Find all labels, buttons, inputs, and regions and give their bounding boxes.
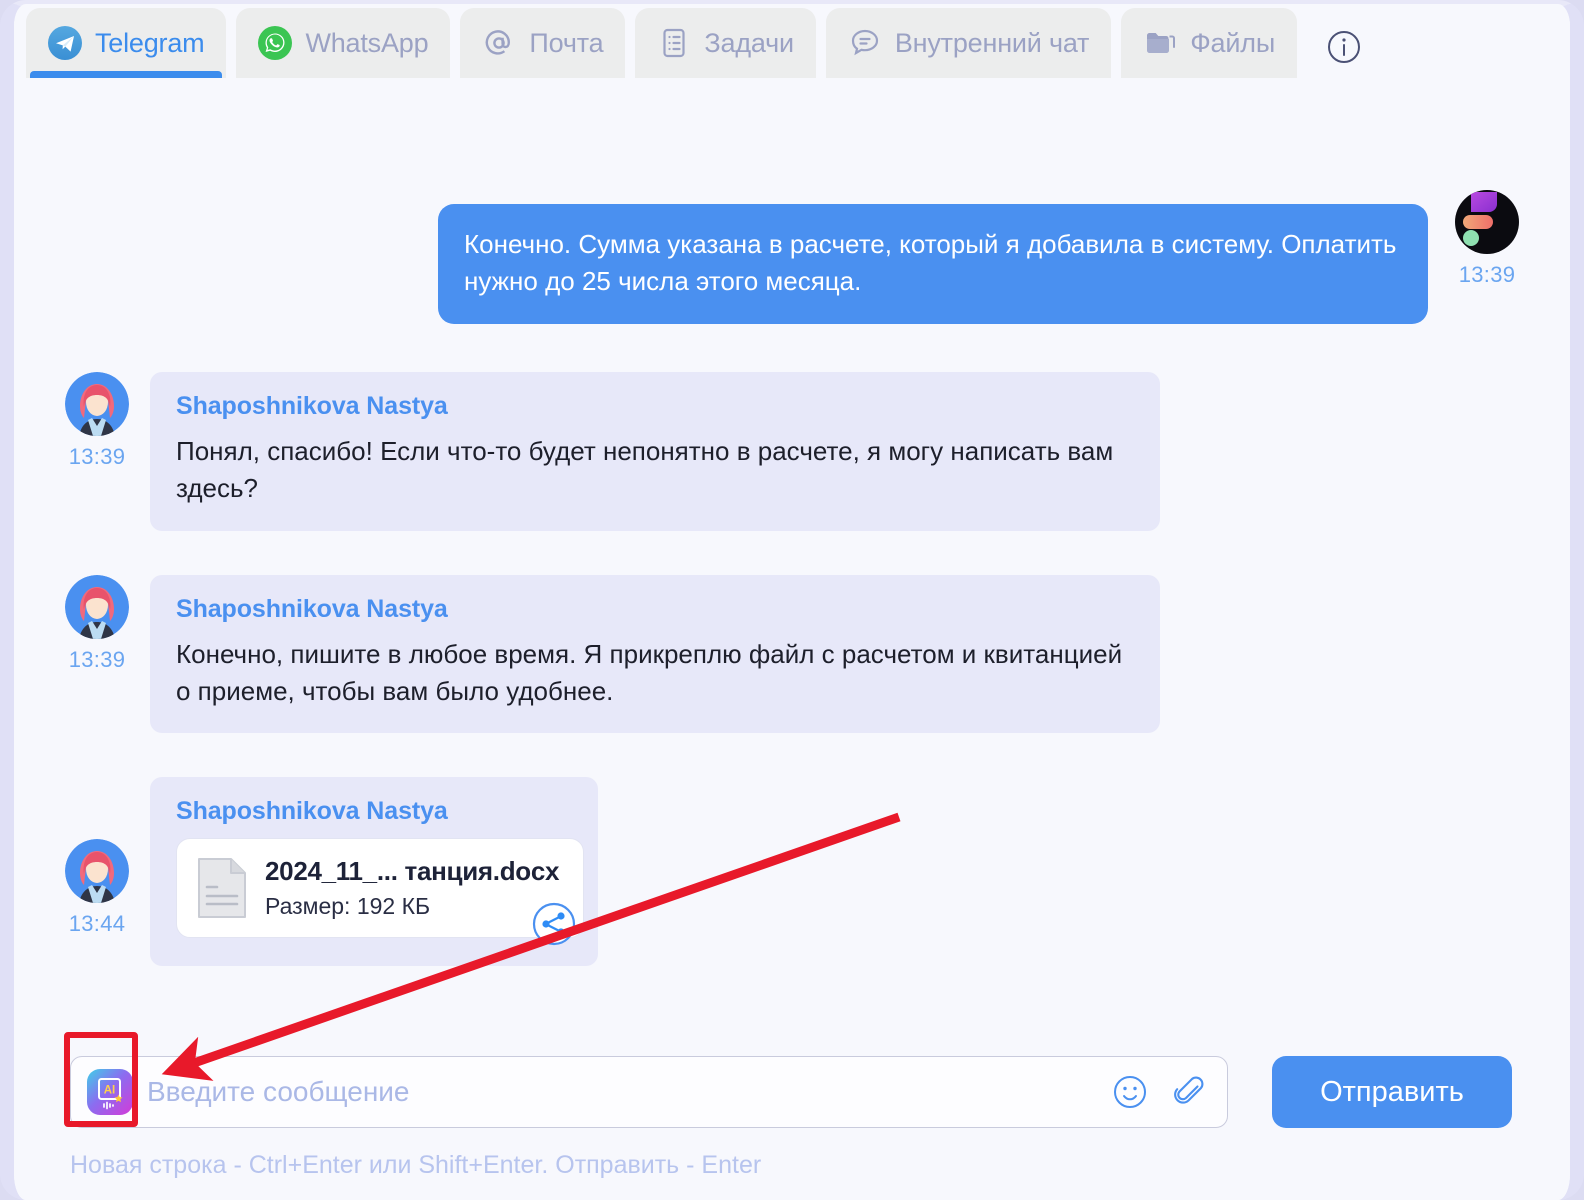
app-window: Telegram WhatsApp Почта Задачи Внутренни… xyxy=(0,0,1584,1200)
message-time: 13:39 xyxy=(68,646,126,672)
smiley-icon[interactable] xyxy=(1111,1073,1149,1111)
telegram-icon xyxy=(48,26,82,60)
tab-label: Telegram xyxy=(95,27,205,58)
avatar xyxy=(65,371,129,436)
message-sender: Shaposhnikova Nastya xyxy=(176,594,448,623)
ai-assistant-icon[interactable]: AI xyxy=(87,1069,133,1115)
file-name: 2024_11_... танция.docx xyxy=(265,856,560,887)
message-list: Конечно. Сумма указана в расчете, которы… xyxy=(14,86,1570,1040)
message-time: 13:39 xyxy=(68,443,126,469)
tab-label: Почта xyxy=(529,27,604,58)
message-row-incoming: 13:39 Shaposhnikova Nastya Конечно, пиши… xyxy=(44,574,1540,734)
message-text: Понял, спасибо! Если что-то будет непоня… xyxy=(176,435,1114,503)
tab-mail[interactable]: Почта xyxy=(460,8,626,78)
send-button[interactable]: Отправить xyxy=(1272,1056,1512,1128)
tasks-list-icon xyxy=(657,26,691,60)
message-bubble: Shaposhnikova Nastya Конечно, пишите в л… xyxy=(150,574,1160,734)
message-text: Конечно, пишите в любое время. Я прикреп… xyxy=(176,638,1123,706)
file-info: 2024_11_... танция.docx Размер: 192 КБ xyxy=(265,856,559,920)
message-time: 13:44 xyxy=(68,911,126,937)
message-row-file: 13:44 Shaposhnikova Nastya 2024_11_... т… xyxy=(44,777,1540,967)
avatar xyxy=(1455,190,1519,254)
tab-whatsapp[interactable]: WhatsApp xyxy=(236,8,451,78)
message-sender: Shaposhnikova Nastya xyxy=(176,797,448,826)
message-bubble: Shaposhnikova Nastya 2024_11_... танция.… xyxy=(150,777,598,967)
message-meta: 13:39 xyxy=(44,371,150,470)
tab-internal-chat[interactable]: Внутренний чат xyxy=(825,8,1112,78)
message-input-wrapper[interactable]: AI xyxy=(64,1032,1228,1128)
info-circle-icon[interactable] xyxy=(1325,28,1363,66)
file-attachment-card[interactable]: 2024_11_... танция.docx Размер: 192 КБ xyxy=(176,838,584,946)
tab-telegram[interactable]: Telegram xyxy=(26,8,227,78)
message-text: Конечно. Сумма указана в расчете, которы… xyxy=(464,229,1397,296)
message-bubble: Shaposhnikova Nastya Понял, спасибо! Есл… xyxy=(150,371,1160,531)
message-input[interactable] xyxy=(147,1057,1111,1127)
svg-text:AI: AI xyxy=(104,1085,116,1097)
composer-icons xyxy=(1111,1073,1209,1111)
channel-tab-bar: Telegram WhatsApp Почта Задачи Внутренни… xyxy=(14,8,1570,86)
message-meta: 13:39 xyxy=(1434,190,1540,288)
document-icon xyxy=(195,855,249,921)
tab-label: Внутренний чат xyxy=(894,27,1090,58)
mail-at-icon xyxy=(482,26,516,60)
tab-files[interactable]: Файлы xyxy=(1121,8,1298,78)
message-meta: 13:39 xyxy=(44,574,150,673)
tab-tasks[interactable]: Задачи xyxy=(635,8,816,78)
message-bubble: Конечно. Сумма указана в расчете, которы… xyxy=(438,204,1428,324)
message-meta: 13:44 xyxy=(44,839,150,937)
message-composer: AI Введите сообщение Отправить Новая стр… xyxy=(14,1032,1570,1200)
tab-label: WhatsApp xyxy=(305,27,429,58)
internal-chat-icon xyxy=(848,26,882,60)
composer-hint: Новая строка - Ctrl+Enter или Shift+Ente… xyxy=(70,1151,762,1179)
message-row-incoming: 13:39 Shaposhnikova Nastya Понял, спасиб… xyxy=(44,371,1540,531)
message-time: 13:39 xyxy=(1458,262,1516,287)
message-row-outgoing: Конечно. Сумма указана в расчете, которы… xyxy=(44,190,1540,324)
avatar xyxy=(65,574,129,639)
file-size: Размер: 192 КБ xyxy=(265,893,431,920)
tab-label: Задачи xyxy=(704,27,794,58)
folder-icon xyxy=(1143,26,1177,60)
avatar xyxy=(65,839,129,904)
share-icon[interactable] xyxy=(531,901,577,947)
whatsapp-icon xyxy=(258,26,293,60)
paperclip-icon[interactable] xyxy=(1171,1073,1209,1111)
tab-label: Файлы xyxy=(1190,27,1276,58)
message-sender: Shaposhnikova Nastya xyxy=(176,391,448,420)
